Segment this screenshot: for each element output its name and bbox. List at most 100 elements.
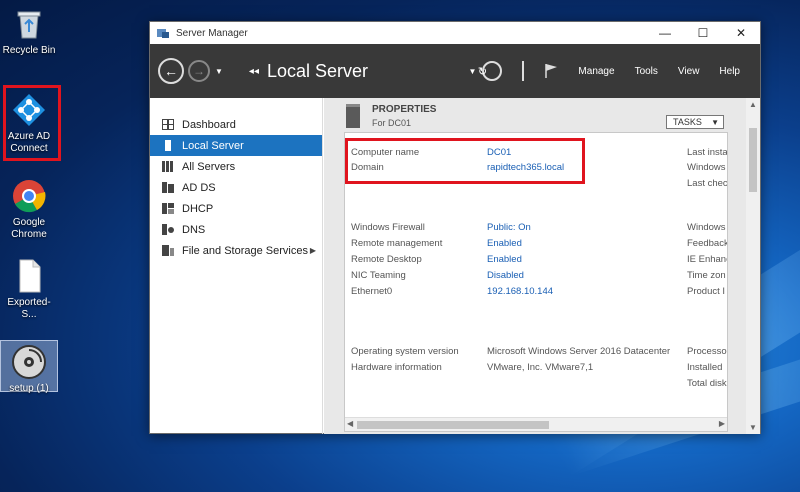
menu-help[interactable]: Help [719,66,740,77]
vertical-scrollbar[interactable]: ▲ ▼ [746,98,760,434]
servers-icon [162,161,173,172]
breadcrumb: ◂◂ Local Server [249,61,368,82]
highlight-box-azure [3,85,61,161]
firewall-link[interactable]: Public: On [487,222,531,233]
breadcrumb-chevron-icon: ◂◂ [248,65,259,77]
dashboard-icon [162,119,174,130]
sidebar-item-label: DNS [182,223,206,236]
maximize-button[interactable]: ☐ [684,22,722,44]
refresh-icon: ↻ [477,65,488,78]
menu-tools[interactable]: Tools [635,66,658,77]
refresh-button[interactable]: ↻ [478,61,503,81]
toolbar-divider [522,61,525,81]
arrow-right-icon: → [193,64,205,78]
property-label: Remote Desktop [351,254,422,265]
sidebar-item-label: Local Server [182,139,244,152]
highlight-box-computer-domain [345,138,585,184]
server-tower-icon [346,104,360,128]
property-label: Time zon [687,270,726,281]
ethernet-link[interactable]: 192.168.10.144 [487,286,553,297]
desktop-icon-chrome[interactable]: Google Chrome [0,178,58,241]
properties-title: PROPERTIES [372,104,437,115]
menu-view[interactable]: View [678,66,700,77]
dns-icon [162,224,174,235]
sidebar-item-all-servers[interactable]: All Servers [150,156,322,177]
scroll-right-icon[interactable]: ▶ [719,419,725,428]
sidebar-item-label: DHCP [182,202,214,215]
desktop-icon-recycle-bin[interactable]: Recycle Bin [0,6,58,57]
sidebar-item-label: AD DS [182,181,216,194]
breadcrumb-current: Local Server [266,60,369,81]
recycle-bin-icon [11,6,47,42]
desktop-icon-label: Exported-S... [7,297,51,320]
close-button[interactable]: ✕ [722,22,760,44]
ad-ds-icon [162,182,174,193]
property-label: Ethernet0 [351,286,393,297]
scroll-down-icon[interactable]: ▼ [749,423,757,432]
property-label: Windows [687,222,726,233]
menu-bar: ▼ ↻ Manage Tools View Help [469,61,761,81]
os-version-value: Microsoft Windows Server 2016 Datacenter [487,346,671,357]
forward-button[interactable]: → [188,60,210,82]
storage-icon [162,245,174,256]
properties-panel: Computer name DC01 Domain rapidtech365.l… [344,132,728,432]
main-content: PROPERTIES For DC01 TASKS ▼ Computer nam… [324,98,760,434]
server-manager-window: Server Manager — ☐ ✕ ← → ▼ ◂◂ Local Serv… [149,21,761,434]
sidebar-item-ad-ds[interactable]: AD DS [150,177,322,198]
server-manager-icon [157,29,169,38]
hardware-info-value: VMware, Inc. VMware7,1 [487,362,594,373]
property-label: Windows [687,162,726,173]
sidebar-item-dhcp[interactable]: DHCP [150,198,322,219]
scroll-thumb[interactable] [357,421,549,429]
horizontal-scrollbar[interactable]: ◀ ▶ [345,417,727,431]
sidebar: Dashboard Local Server All Servers AD DS… [150,98,323,434]
chrome-icon [11,178,47,214]
history-dropdown-icon[interactable]: ▼ [215,67,223,76]
property-label: Last chec [687,178,728,189]
remote-desktop-link[interactable]: Enabled [487,254,522,265]
refresh-dropdown-icon[interactable]: ▼ [469,67,477,76]
property-label: Windows Firewall [351,222,425,233]
desktop-icon-label: setup (1) [9,383,49,394]
property-label: NIC Teaming [351,270,406,281]
property-label: Processo [687,346,727,357]
nic-teaming-link[interactable]: Disabled [487,270,524,281]
notifications-flag-icon[interactable] [544,63,558,79]
tasks-label: TASKS [673,117,702,127]
scroll-up-icon[interactable]: ▲ [749,100,757,109]
remote-management-link[interactable]: Enabled [487,238,522,249]
file-icon [11,258,47,294]
sidebar-item-label: File and Storage Services [182,244,308,257]
scroll-thumb[interactable] [749,128,757,192]
desktop-icon-label: Recycle Bin [2,45,56,56]
property-label: Last insta [687,147,728,158]
property-label: Installed [687,362,723,373]
tasks-dropdown[interactable]: TASKS ▼ [666,115,724,129]
desktop-icon-label: Google Chrome [11,217,47,240]
dhcp-icon [162,203,174,214]
sidebar-item-label: All Servers [182,160,236,173]
desktop-icon-exported-file[interactable]: Exported-S... [0,258,58,321]
property-label: Product I [687,286,726,297]
property-label: Total disk [687,378,727,389]
sidebar-item-file-storage[interactable]: File and Storage Services ▶ [150,240,322,261]
title-bar[interactable]: Server Manager — ☐ ✕ [150,22,760,44]
property-label: IE Enhanc [687,254,728,265]
property-label: Hardware information [351,362,442,373]
window-title: Server Manager [176,27,248,39]
menu-manage[interactable]: Manage [578,66,614,77]
property-label: Operating system version [351,346,459,357]
property-label: Feedback [687,238,728,249]
back-button[interactable]: ← [158,58,184,84]
sidebar-item-local-server[interactable]: Local Server [150,135,322,156]
properties-header: PROPERTIES For DC01 [346,104,436,128]
scroll-left-icon[interactable]: ◀ [347,419,353,428]
desktop-icon-setup[interactable]: setup (1) [0,340,58,394]
sidebar-item-dns[interactable]: DNS [150,219,322,240]
disc-icon [11,344,47,380]
sidebar-item-dashboard[interactable]: Dashboard [150,114,322,135]
chevron-right-icon[interactable]: ▶ [310,246,316,255]
minimize-button[interactable]: — [646,22,684,44]
chevron-down-icon: ▼ [711,117,719,127]
properties-subtitle: For DC01 [372,118,412,128]
